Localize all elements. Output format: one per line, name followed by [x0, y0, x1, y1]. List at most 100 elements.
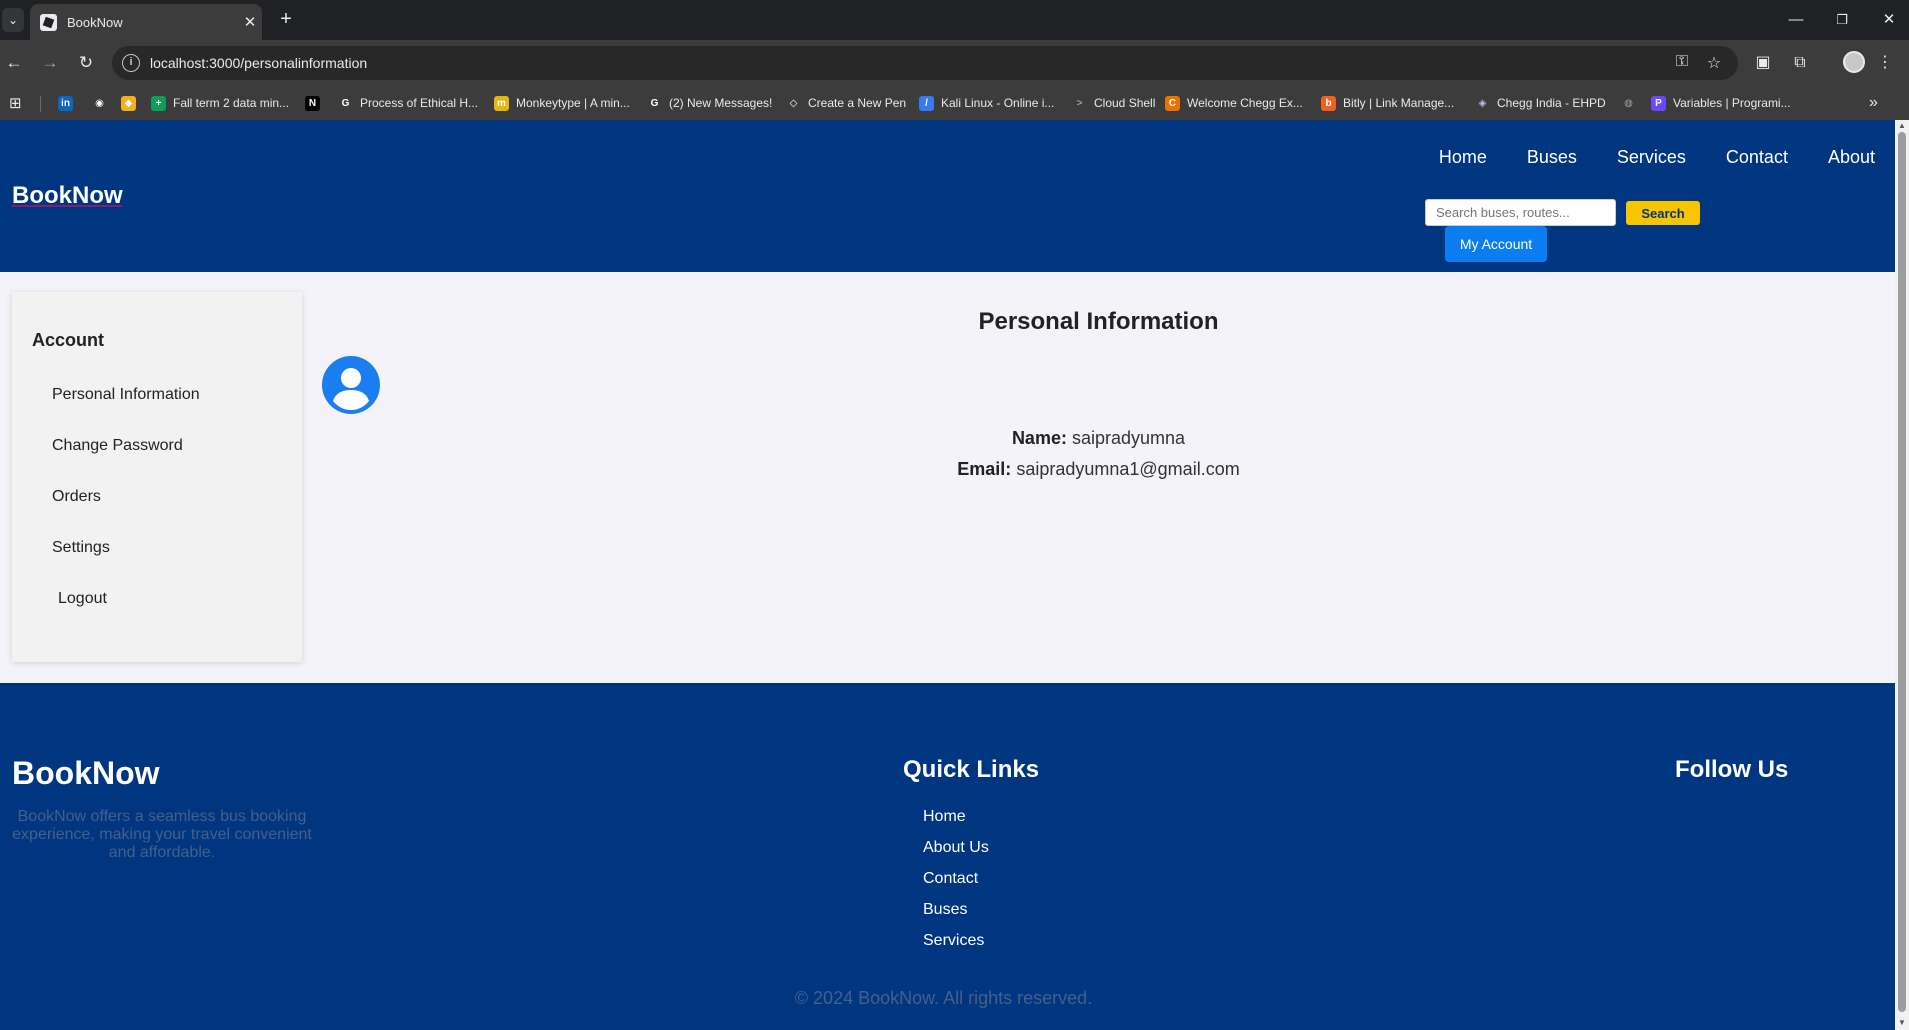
new-tab-plus-icon[interactable]: +	[274, 8, 298, 32]
follow-us-heading: Follow Us	[1675, 756, 1789, 783]
user-avatar-icon	[322, 356, 380, 414]
bookmark-label: Process of Ethical H...	[360, 96, 479, 110]
nav-about-link[interactable]: About	[1828, 147, 1875, 168]
site-info-icon[interactable]: i	[122, 54, 140, 72]
bookmark-item[interactable]: ◍	[1621, 94, 1643, 112]
bookmarks-bar: ⊞ in ◉ ◆ + Fall term 2 data min... N G Process …	[0, 86, 1909, 120]
apps-grid-icon[interactable]: ⊞	[9, 94, 22, 112]
footer-description: BookNow offers a seamless bus booking ex…	[12, 808, 312, 861]
nav-buses-link[interactable]: Buses	[1527, 147, 1577, 168]
bookmark-label: Bitly | Link Manage...	[1343, 96, 1455, 110]
diamond-icon: ◈	[1478, 97, 1487, 109]
bookmark-item[interactable]: + Fall term 2 data min...	[151, 94, 289, 112]
main-nav: Home Buses Services Contact About	[1399, 147, 1875, 168]
scroll-down-arrow-icon[interactable]: ▼	[1897, 1018, 1907, 1028]
scrollbar-thumb[interactable]	[1898, 132, 1906, 1012]
bookmark-label: (2) New Messages!	[669, 96, 773, 110]
forward-arrow-icon[interactable]: →	[37, 50, 63, 76]
bookmarks-divider	[40, 96, 41, 112]
browser-menu-icon[interactable]: ⋮	[1874, 52, 1896, 74]
sidebar-item-personal-information[interactable]: Personal Information	[52, 386, 200, 404]
site-favicon-icon	[40, 13, 57, 31]
google-icon: G	[650, 97, 659, 109]
scroll-up-arrow-icon[interactable]: ▲	[1897, 121, 1907, 131]
bookmark-label: Monkeytype | A min...	[516, 96, 630, 110]
notion-icon: N	[305, 95, 320, 111]
sidebar-item-settings[interactable]: Settings	[52, 539, 110, 557]
bookmark-item[interactable]: ◉	[92, 94, 114, 112]
bookmark-item[interactable]: N	[305, 94, 327, 112]
profile-name-row: Name: saipradyumna	[0, 428, 1895, 449]
back-arrow-icon[interactable]: ←	[1, 50, 27, 76]
address-url[interactable]: localhost:3000/personalinformation	[150, 55, 367, 71]
bookmark-item[interactable]: ◈ Chegg India - EHPD	[1475, 94, 1606, 112]
tab-search-chevron-icon[interactable]: ⌄	[2, 8, 24, 32]
google-icon: G	[341, 97, 350, 109]
globe-icon: ◍	[1624, 97, 1633, 109]
terminal-icon: >	[1076, 97, 1083, 109]
header-brand-logo[interactable]: BookNow	[12, 182, 123, 210]
name-label: Name:	[1011, 428, 1067, 448]
page-scrollbar[interactable]: ▲ ▼	[1895, 120, 1909, 1030]
address-bar[interactable]: i localhost:3000/personalinformation ⚿ ☆	[112, 46, 1738, 80]
bookmark-label: Create a New Pen	[808, 96, 907, 110]
footer-link-about-us[interactable]: About Us	[923, 839, 989, 857]
my-account-button[interactable]: My Account	[1445, 226, 1547, 262]
bookmark-label: Fall term 2 data min...	[173, 96, 290, 110]
nav-services-link[interactable]: Services	[1617, 147, 1686, 168]
site-footer: BookNow BookNow offers a seamless bus bo…	[0, 683, 1895, 1030]
codepen-icon: ◇	[789, 97, 798, 109]
web-page: BookNow Home Buses Services Contact Abou…	[0, 120, 1895, 1030]
github-icon: ◉	[95, 97, 104, 109]
bookmark-item[interactable]: b Bitly | Link Manage...	[1321, 94, 1454, 112]
sheets-icon: +	[151, 95, 166, 111]
bookmark-item[interactable]: ◆	[121, 94, 143, 112]
programiz-icon: P	[1651, 95, 1666, 111]
profile-avatar-icon[interactable]	[1843, 51, 1865, 73]
bookmark-star-icon[interactable]: ☆	[1703, 53, 1725, 73]
sidebar-item-logout[interactable]: Logout	[58, 590, 107, 608]
profile-email-row: Email: saipradyumna1@gmail.com	[0, 459, 1895, 480]
kali-icon: /	[919, 95, 934, 111]
bookmark-item[interactable]: ◇ Create a New Pen	[786, 94, 906, 112]
bookmark-item[interactable]: G Process of Ethical H...	[338, 94, 478, 112]
password-key-icon[interactable]: ⚿	[1671, 53, 1693, 71]
linkedin-icon: in	[58, 95, 73, 111]
footer-link-contact[interactable]: Contact	[923, 870, 978, 888]
close-window-icon[interactable]: ✕	[1869, 6, 1909, 34]
nav-home-link[interactable]: Home	[1439, 147, 1487, 168]
bookmark-label: Welcome Chegg Ex...	[1187, 96, 1303, 110]
chegg-icon: C	[1165, 95, 1180, 111]
sidebar-item-orders[interactable]: Orders	[52, 488, 101, 506]
bookmark-item[interactable]: G (2) New Messages!	[647, 94, 773, 112]
bookmark-icon: ◆	[121, 95, 136, 111]
email-value: saipradyumna1@gmail.com	[1016, 459, 1240, 479]
footer-link-buses[interactable]: Buses	[923, 901, 967, 919]
footer-link-services[interactable]: Services	[923, 932, 984, 950]
extension-icon[interactable]: ▣	[1752, 52, 1774, 74]
browser-toolbar: ← → ↻ i localhost:3000/personalinformati…	[0, 40, 1909, 86]
bookmark-label: Variables | Programi...	[1673, 96, 1791, 110]
restore-window-icon[interactable]: ❐	[1822, 6, 1862, 34]
nav-contact-link[interactable]: Contact	[1726, 147, 1788, 168]
email-label: Email:	[957, 459, 1012, 479]
reload-icon[interactable]: ↻	[73, 50, 99, 76]
bookmark-item[interactable]: / Kali Linux - Online i...	[919, 94, 1054, 112]
close-tab-icon[interactable]: ✕	[238, 13, 262, 31]
search-input[interactable]	[1425, 199, 1616, 226]
footer-copyright: © 2024 BookNow. All rights reserved.	[794, 988, 1093, 1008]
bookmark-item[interactable]: > Cloud Shell	[1072, 94, 1156, 112]
extensions-puzzle-icon[interactable]: ⧉	[1789, 52, 1811, 74]
bookmark-item[interactable]: P Variables | Programi...	[1651, 94, 1791, 112]
bookmark-label: Cloud Shell	[1094, 96, 1156, 110]
bookmark-item[interactable]: C Welcome Chegg Ex...	[1165, 94, 1303, 112]
bookmark-label: Chegg India - EHPD	[1497, 96, 1606, 110]
monkeytype-icon: m	[494, 95, 509, 111]
browser-tab-active[interactable]: BookNow ✕	[30, 4, 262, 40]
footer-link-home[interactable]: Home	[923, 808, 966, 826]
bookmark-item[interactable]: m Monkeytype | A min...	[494, 94, 630, 112]
more-bookmarks-chevron-icon[interactable]: »	[1869, 94, 1878, 112]
search-button[interactable]: Search	[1626, 201, 1700, 225]
bookmark-item[interactable]: in	[58, 94, 80, 112]
minimize-window-icon[interactable]: —	[1776, 6, 1816, 34]
